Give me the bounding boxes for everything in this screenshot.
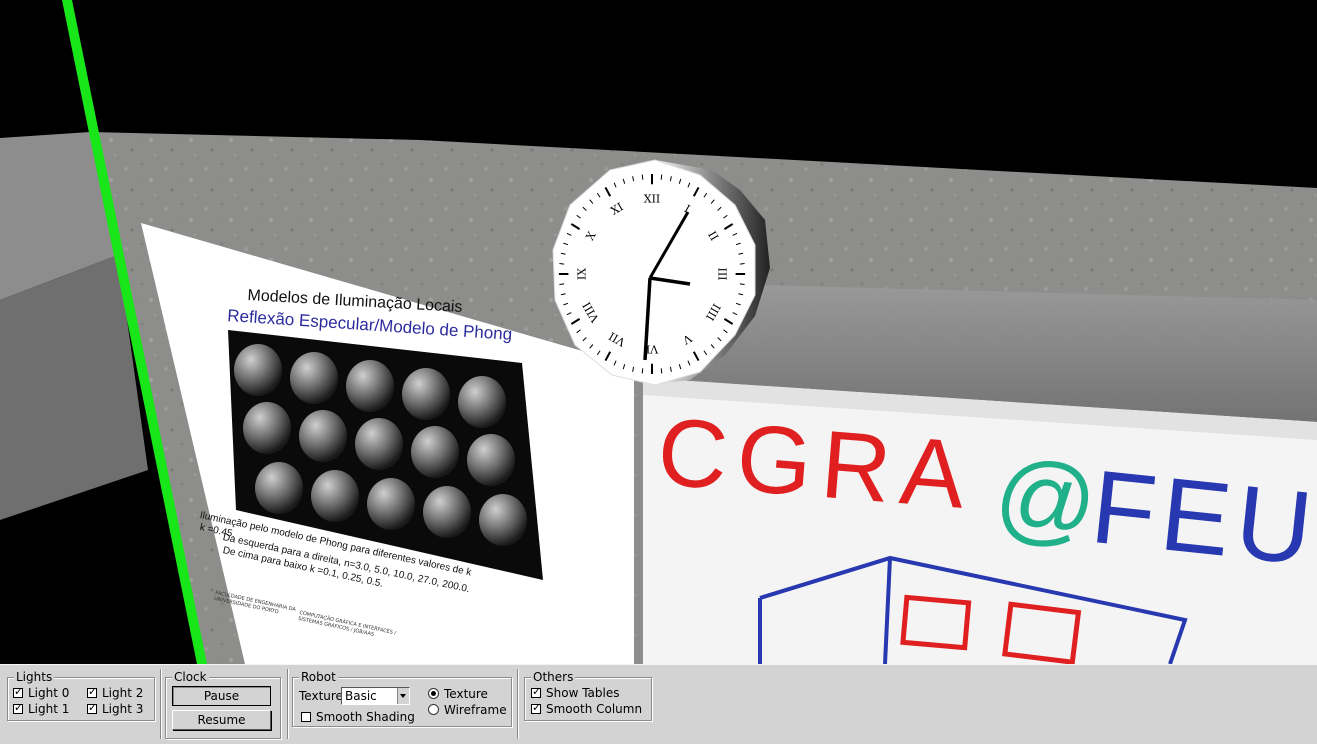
radio-texture[interactable]: Texture <box>428 687 488 701</box>
smooth-shading-checkbox[interactable]: Smooth Shading <box>301 710 415 724</box>
whiteboard-text-at: @ <box>990 439 1102 560</box>
checkbox-box[interactable] <box>13 686 23 698</box>
light-1-checkbox[interactable]: Light 1 <box>13 702 69 716</box>
light-3-checkbox[interactable]: Light 3 <box>87 702 143 716</box>
checkbox-box[interactable] <box>87 686 97 698</box>
texture-select-value: Basic <box>345 689 377 703</box>
clock-group-title: Clock <box>172 670 209 684</box>
phong-sphere <box>355 418 403 470</box>
phong-sphere <box>423 486 471 538</box>
divider <box>287 669 288 739</box>
phong-sphere <box>299 410 347 462</box>
light-3-label: Light 3 <box>102 702 144 716</box>
light-2-checkbox[interactable]: Light 2 <box>87 686 143 700</box>
radio-dot[interactable] <box>428 688 439 699</box>
light-2-label: Light 2 <box>102 686 144 700</box>
divider <box>160 669 161 739</box>
show-tables-checkbox[interactable]: Show Tables <box>531 686 619 700</box>
checkbox-box[interactable] <box>531 702 541 714</box>
texture-select[interactable]: Basic <box>341 687 410 705</box>
checkbox-box[interactable] <box>301 712 311 722</box>
lights-group-title: Lights <box>14 670 55 684</box>
control-panel: Lights Light 0 Light 1 Light 2 Light 3 C… <box>0 664 1317 744</box>
phong-sphere <box>402 368 450 420</box>
light-0-label: Light 0 <box>28 686 70 700</box>
clock-numeral: VI <box>645 342 659 356</box>
checkbox-box[interactable] <box>87 702 97 714</box>
3d-scene-viewport[interactable]: Modelos de Iluminação Locais Reflexão Es… <box>0 0 1317 664</box>
pause-button[interactable]: Pause <box>172 686 271 706</box>
robot-group-title: Robot <box>299 670 338 684</box>
whiteboard-text-feu: FEU <box>1086 449 1317 589</box>
checkbox-box[interactable] <box>13 702 23 714</box>
whiteboard-text-cgra: CGRA <box>653 398 979 530</box>
light-1-label: Light 1 <box>28 702 70 716</box>
light-0-checkbox[interactable]: Light 0 <box>13 686 69 700</box>
checkbox-box[interactable] <box>531 686 541 698</box>
divider <box>517 669 518 739</box>
phong-sphere <box>243 402 291 454</box>
smooth-column-label: Smooth Column <box>546 702 643 716</box>
radio-texture-label: Texture <box>444 687 488 701</box>
others-group-title: Others <box>531 670 576 684</box>
phong-sphere <box>479 494 527 546</box>
phong-sphere <box>467 434 515 486</box>
phong-sphere <box>367 478 415 530</box>
phong-sphere <box>311 470 359 522</box>
resume-button[interactable]: Resume <box>172 710 271 730</box>
phong-sphere <box>458 376 506 428</box>
chevron-down-icon[interactable] <box>397 688 409 704</box>
radio-wireframe-label: Wireframe <box>444 703 507 717</box>
smooth-shading-label: Smooth Shading <box>316 710 415 724</box>
phong-sphere <box>290 352 338 404</box>
texture-select-label: Texture <box>299 689 343 703</box>
radio-dot[interactable] <box>428 704 439 715</box>
smooth-column-checkbox[interactable]: Smooth Column <box>531 702 642 716</box>
show-tables-label: Show Tables <box>546 686 620 700</box>
clock-numeral: IX <box>575 267 589 281</box>
phong-sphere <box>411 426 459 478</box>
phong-sphere <box>234 344 282 396</box>
phong-sphere <box>346 360 394 412</box>
radio-wireframe[interactable]: Wireframe <box>428 703 507 717</box>
clock-numeral: XII <box>643 192 661 206</box>
clock-numeral: III <box>715 267 729 281</box>
phong-sphere <box>255 462 303 514</box>
